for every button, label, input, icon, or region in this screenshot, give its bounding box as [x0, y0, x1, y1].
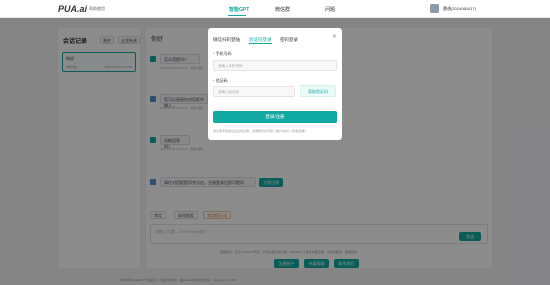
tab-active-indicator [249, 43, 272, 44]
nav-item-gpt[interactable]: 智能GPT [229, 6, 249, 13]
username[interactable]: 靠谱(2024060417) [443, 6, 476, 12]
close-icon[interactable]: ✕ [332, 33, 337, 40]
nav-item-questions[interactable]: 问题 [325, 6, 335, 13]
login-button[interactable]: 登录/注册 [213, 111, 337, 123]
login-modal: 微信扫码登陆 验证码登录 密码登录 ✕ * 手机号码 请输入手机号码 * 验证码… [208, 28, 342, 140]
nav-item-wechat[interactable]: 微信群 [275, 6, 290, 13]
tab-wechat-login[interactable]: 微信扫码登陆 [213, 37, 240, 43]
avatar[interactable] [430, 4, 439, 13]
phone-input[interactable]: 请输入手机号码 [213, 60, 337, 71]
top-bar: PUA.ai 帮助使用 智能GPT 微信群 问题 靠谱(2024060417) [0, 0, 550, 18]
logo[interactable]: PUA.ai [58, 4, 87, 14]
terms-text: 未注册手机验证后自动注册，注册即代表同意《用户协议》《隐私政策》 [213, 129, 308, 133]
nav-active-indicator [228, 15, 246, 16]
get-code-button[interactable]: 获取验证码 [300, 85, 336, 97]
code-input[interactable]: 请输入验证码 [213, 86, 295, 97]
tab-password-login[interactable]: 密码登录 [280, 37, 298, 43]
phone-label: * 手机号码 [213, 51, 232, 56]
logo-subtitle: 帮助使用 [89, 6, 105, 11]
code-label: * 验证码 [213, 78, 228, 83]
